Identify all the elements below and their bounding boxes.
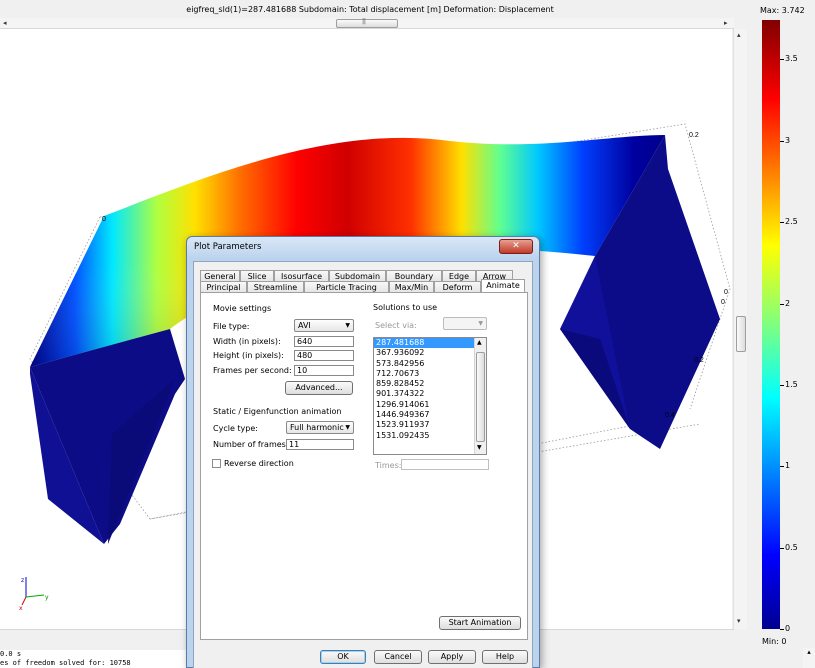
solutions-scroll-thumb[interactable] bbox=[476, 352, 485, 442]
tab-animate[interactable]: Animate bbox=[481, 279, 525, 292]
animate-tab-panel: Movie settings File type: AVI ▼ Width (i… bbox=[200, 292, 528, 640]
help-button[interactable]: Help bbox=[482, 650, 528, 664]
height-label: Height (in pixels): bbox=[213, 351, 284, 360]
list-item[interactable]: 712.70673 bbox=[374, 369, 486, 379]
scroll-up-icon[interactable]: ▴ bbox=[737, 31, 741, 39]
colorbar-tick bbox=[780, 547, 784, 549]
movie-settings-title: Movie settings bbox=[213, 304, 272, 313]
colorbar-tick-label: 0.5 bbox=[785, 542, 798, 552]
cycle-type-select[interactable]: Full harmonic ▼ bbox=[286, 421, 354, 434]
scroll-right-icon[interactable]: ▸ bbox=[724, 18, 728, 29]
colorbar-min-label: Min: 0 bbox=[762, 637, 787, 646]
chevron-down-icon: ▼ bbox=[345, 424, 350, 431]
list-item[interactable]: 1523.911937 bbox=[374, 420, 486, 430]
advanced-button[interactable]: Advanced... bbox=[285, 381, 353, 395]
file-type-value: AVI bbox=[298, 321, 311, 330]
console-output: 0.0 s es of freedom solved for: 10758 bbox=[0, 650, 190, 668]
apply-button[interactable]: Apply bbox=[428, 650, 476, 664]
colorbar-max-label: Max: 3.742 bbox=[760, 6, 805, 15]
scroll-down-icon[interactable]: ▼ bbox=[477, 444, 482, 451]
list-item[interactable]: 1531.092435 bbox=[374, 431, 486, 441]
scroll-left-icon[interactable]: ◂ bbox=[3, 18, 7, 29]
file-type-select[interactable]: AVI ▼ bbox=[294, 319, 354, 332]
colorbar-tick bbox=[780, 303, 784, 305]
colorbar-tick-label: 0 bbox=[785, 624, 791, 633]
solutions-list[interactable]: 287.481688 367.936092 573.842956 712.706… bbox=[373, 337, 487, 455]
list-item[interactable]: 287.481688 bbox=[374, 338, 474, 349]
axis-label: 0.2 bbox=[689, 132, 699, 139]
times-input[interactable] bbox=[401, 459, 489, 470]
axis-label: 0.2 bbox=[694, 357, 704, 364]
vertical-scroll-thumb[interactable] bbox=[736, 316, 746, 352]
animation-group-title: Static / Eigenfunction animation bbox=[213, 407, 342, 416]
horizontal-scroll-thumb[interactable] bbox=[336, 18, 398, 28]
triad-z-label: z bbox=[21, 577, 24, 584]
console-line: 0.0 s bbox=[0, 650, 22, 658]
scroll-up-icon[interactable]: ▲ bbox=[477, 339, 482, 346]
solutions-title: Solutions to use bbox=[373, 303, 438, 312]
ok-button[interactable]: OK bbox=[320, 650, 366, 664]
chevron-down-icon: ▼ bbox=[478, 320, 483, 327]
list-item[interactable]: 573.842956 bbox=[374, 359, 486, 369]
list-item[interactable]: 1296.914061 bbox=[374, 400, 486, 410]
axis-label: 0 bbox=[721, 299, 725, 306]
file-type-label: File type: bbox=[213, 322, 250, 331]
colorbar-tick-label: 1.5 bbox=[785, 379, 798, 389]
times-label: Times: bbox=[375, 461, 402, 470]
colorbar-tick-label: 2.5 bbox=[785, 217, 798, 227]
fps-label: Frames per second: bbox=[213, 366, 292, 375]
plot-parameters-dialog: Plot Parameters ✕ General Slice Isosurfa… bbox=[186, 236, 540, 668]
list-item[interactable]: 901.374322 bbox=[374, 389, 486, 399]
frames-input[interactable]: 11 bbox=[286, 439, 354, 450]
colorbar-tick-label: 3 bbox=[785, 135, 791, 145]
reverse-direction-label: Reverse direction bbox=[224, 459, 294, 468]
colorbar-tick-label: 3.5 bbox=[785, 54, 798, 64]
select-via-select[interactable]: ▼ bbox=[443, 317, 487, 330]
colorbar-tick bbox=[780, 629, 784, 630]
cycle-type-label: Cycle type: bbox=[213, 424, 258, 433]
list-item[interactable]: 859.828452 bbox=[374, 379, 486, 389]
cancel-button[interactable]: Cancel bbox=[374, 650, 422, 664]
colorbar-tick-label: 1 bbox=[785, 461, 791, 471]
colorbar bbox=[762, 20, 780, 629]
close-button[interactable]: ✕ bbox=[499, 239, 533, 254]
cycle-type-value: Full harmonic bbox=[290, 423, 344, 432]
colorbar-tick bbox=[780, 466, 784, 468]
console-scrollbar[interactable]: ▴ bbox=[803, 648, 815, 668]
plot-title: eigfreq_sld(1)=287.481688 Subdomain: Tot… bbox=[186, 5, 554, 14]
select-via-label: Select via: bbox=[375, 321, 417, 330]
frames-label: Number of frames: bbox=[213, 440, 289, 449]
colorbar-tick bbox=[780, 140, 784, 142]
vertical-scrollbar[interactable]: ▴ ▾ bbox=[733, 29, 747, 629]
triad-y-label: y bbox=[45, 594, 49, 601]
dialog-title: Plot Parameters bbox=[194, 242, 262, 252]
dialog-client-area: General Slice Isosurface Subdomain Bound… bbox=[193, 261, 533, 668]
reverse-direction-checkbox[interactable] bbox=[212, 459, 221, 468]
scroll-down-icon[interactable]: ▾ bbox=[737, 617, 741, 625]
axis-label: 0 bbox=[724, 289, 728, 296]
list-item[interactable]: 367.936092 bbox=[374, 348, 486, 358]
console-line: es of freedom solved for: 10758 bbox=[0, 659, 131, 667]
triad-x-label: x bbox=[19, 605, 23, 612]
solutions-scrollbar[interactable]: ▲ ▼ bbox=[474, 338, 486, 454]
axis-triad-icon: z y x bbox=[19, 577, 49, 612]
list-item[interactable]: 1446.949367 bbox=[374, 410, 486, 420]
close-icon: ✕ bbox=[512, 241, 520, 251]
fps-input[interactable]: 10 bbox=[294, 365, 354, 376]
axis-label: 0.4 bbox=[665, 412, 675, 419]
width-input[interactable]: 640 bbox=[294, 336, 354, 347]
dialog-titlebar[interactable]: Plot Parameters ✕ bbox=[187, 237, 539, 259]
width-label: Width (in pixels): bbox=[213, 337, 281, 346]
start-animation-button[interactable]: Start Animation bbox=[439, 616, 521, 630]
height-input[interactable]: 480 bbox=[294, 350, 354, 361]
colorbar-tick bbox=[780, 222, 784, 224]
colorbar-tick-label: 2 bbox=[785, 298, 791, 308]
colorbar-tick bbox=[780, 59, 784, 61]
colorbar-tick bbox=[780, 384, 784, 386]
axis-label: 0 bbox=[102, 216, 106, 223]
horizontal-scrollbar[interactable]: ◂ ▸ bbox=[0, 18, 734, 29]
chevron-down-icon: ▼ bbox=[345, 322, 350, 329]
